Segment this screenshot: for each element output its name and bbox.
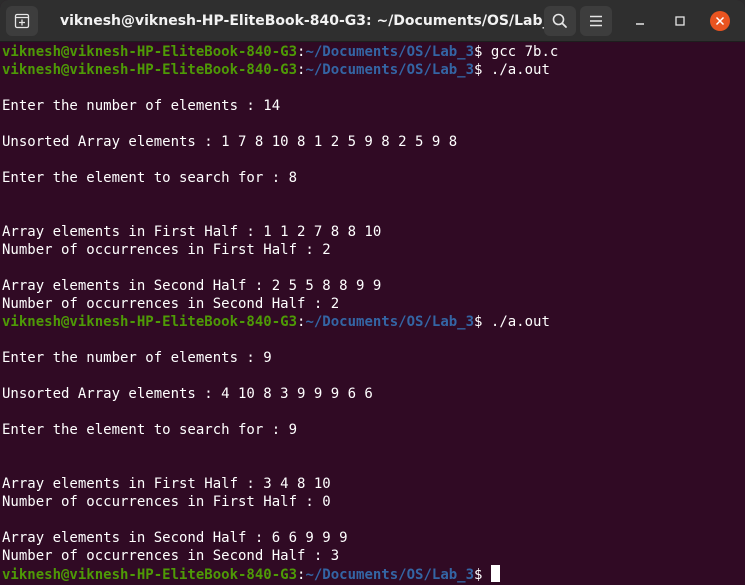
prompt-line: viknesh@viknesh-HP-EliteBook-840-G3:~/Do… <box>2 313 737 331</box>
output-line: Enter the element to search for : 9 <box>2 422 298 438</box>
prompt-user: viknesh@viknesh-HP-EliteBook-840-G3 <box>2 314 298 330</box>
output-line: Number of occurrences in First Half : 2 <box>2 242 331 258</box>
output-line: Number of occurrences in Second Half : 3 <box>2 548 340 564</box>
prompt-symbol: $ <box>474 62 491 78</box>
close-button[interactable] <box>710 11 730 31</box>
maximize-button[interactable] <box>670 11 690 31</box>
command-text: ./a.out <box>490 314 550 330</box>
output-line: Array elements in Second Half : 6 6 9 9 … <box>2 530 348 546</box>
output-line: Unsorted Array elements : 1 7 8 10 8 1 2… <box>2 134 458 150</box>
prompt-symbol: $ <box>474 567 491 583</box>
command-text: gcc 7b.c <box>490 44 559 60</box>
close-icon <box>715 16 725 26</box>
terminal-output[interactable]: viknesh@viknesh-HP-EliteBook-840-G3:~/Do… <box>2 43 737 585</box>
output-line: Number of occurrences in First Half : 0 <box>2 494 331 510</box>
prompt-path: ~/Documents/OS/Lab_3 <box>305 44 475 60</box>
prompt-line: viknesh@viknesh-HP-EliteBook-840-G3:~/Do… <box>2 565 737 583</box>
output-line: Number of occurrences in Second Half : 2 <box>2 296 340 312</box>
title-bar: viknesh@viknesh-HP-EliteBook-840-G3: ~/D… <box>0 0 745 42</box>
prompt-user: viknesh@viknesh-HP-EliteBook-840-G3 <box>2 567 298 583</box>
terminal-window: viknesh@viknesh-HP-EliteBook-840-G3: ~/D… <box>0 0 745 585</box>
menu-button[interactable] <box>580 6 612 36</box>
output-line: Enter the number of elements : 9 <box>2 350 272 366</box>
window-title: viknesh@viknesh-HP-EliteBook-840-G3: ~/D… <box>60 13 560 29</box>
maximize-icon <box>675 16 685 26</box>
output-line: Array elements in Second Half : 2 5 5 8 … <box>2 278 382 294</box>
command-text: ./a.out <box>490 62 550 78</box>
prompt-path: ~/Documents/OS/Lab_3 <box>305 567 475 583</box>
terminal-cursor <box>490 565 500 582</box>
output-line: Array elements in First Half : 1 1 2 7 8… <box>2 224 382 240</box>
prompt-line: viknesh@viknesh-HP-EliteBook-840-G3:~/Do… <box>2 43 737 61</box>
output-line: Array elements in First Half : 3 4 8 10 <box>2 476 331 492</box>
search-button[interactable] <box>544 6 576 36</box>
terminal-scrollbar[interactable] <box>737 43 745 585</box>
minimize-button[interactable] <box>630 11 650 31</box>
prompt-path: ~/Documents/OS/Lab_3 <box>305 62 475 78</box>
prompt-line: viknesh@viknesh-HP-EliteBook-840-G3:~/Do… <box>2 61 737 79</box>
prompt-path: ~/Documents/OS/Lab_3 <box>305 314 475 330</box>
new-tab-button[interactable] <box>6 6 38 36</box>
prompt-symbol: $ <box>474 44 491 60</box>
minimize-icon <box>636 23 644 25</box>
search-icon <box>552 13 567 28</box>
new-tab-icon <box>14 13 30 29</box>
prompt-user: viknesh@viknesh-HP-EliteBook-840-G3 <box>2 62 298 78</box>
output-line: Enter the element to search for : 8 <box>2 170 298 186</box>
prompt-user: viknesh@viknesh-HP-EliteBook-840-G3 <box>2 44 298 60</box>
output-line: Unsorted Array elements : 4 10 8 3 9 9 9… <box>2 386 373 402</box>
hamburger-menu-icon <box>590 15 602 27</box>
prompt-symbol: $ <box>474 314 491 330</box>
output-line: Enter the number of elements : 14 <box>2 98 281 114</box>
